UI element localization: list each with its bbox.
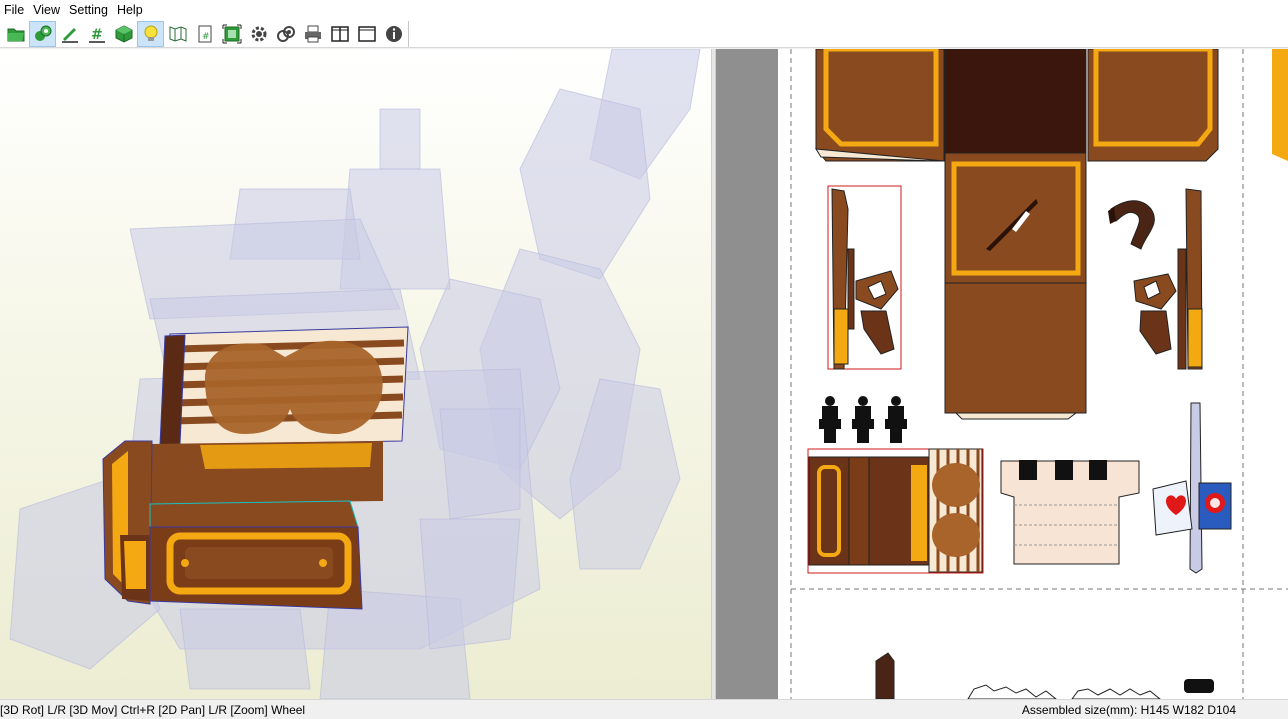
controls-hint: [3D Rot] L/R [3D Mov] Ctrl+R [2D Pan] L/… (0, 702, 306, 717)
fit-view-icon (222, 24, 242, 44)
single-pane-button[interactable] (353, 21, 380, 47)
edit-pen-icon (60, 24, 80, 44)
link-icon (276, 24, 296, 44)
page-number-button[interactable]: # (191, 21, 218, 47)
number-button[interactable]: # (83, 21, 110, 47)
single-pane-icon (357, 24, 377, 44)
edit-pen-button[interactable] (56, 21, 83, 47)
part-black-figures (819, 396, 907, 443)
open-folder-button[interactable] (2, 21, 29, 47)
part-chest-front (807, 448, 984, 574)
lightbulb-icon (141, 24, 161, 44)
page-number-icon: # (195, 24, 215, 44)
cube-icon (114, 24, 134, 44)
2d-unfold-view[interactable] (716, 49, 1288, 699)
info-button[interactable] (380, 21, 407, 47)
svg-text:#: # (91, 27, 103, 43)
3d-view[interactable] (0, 49, 711, 699)
two-pane-icon (330, 24, 350, 44)
menu-bar: File View Setting Help (0, 0, 1288, 20)
lightbulb-button[interactable] (137, 21, 164, 47)
cube-button[interactable] (110, 21, 137, 47)
toolbar-group: # # (2, 21, 409, 47)
3d-viewport[interactable] (0, 49, 711, 699)
svg-text:#: # (202, 32, 210, 42)
status-bar: [3D Rot] L/R [3D Mov] Ctrl+R [2D Pan] L/… (0, 699, 1288, 719)
part-center-panel (944, 152, 1087, 420)
part-top-panels (815, 49, 1288, 162)
unfold-map-button[interactable] (164, 21, 191, 47)
gear-icon (249, 24, 269, 44)
link-button[interactable] (272, 21, 299, 47)
gear-button[interactable] (245, 21, 272, 47)
app-window: File View Setting Help # # [3D Rot] L/R … (0, 0, 1288, 719)
3d-model-button[interactable] (29, 21, 56, 47)
open-folder-icon (6, 24, 26, 44)
menu-file[interactable]: File (0, 0, 29, 20)
toolbar: # # (0, 20, 1288, 48)
2d-viewport[interactable] (716, 49, 1288, 699)
assembled-size: Assembled size(mm): H145 W182 D104 (1021, 702, 1236, 717)
menu-view[interactable]: View (29, 0, 65, 20)
printer-button[interactable] (299, 21, 326, 47)
menu-help[interactable]: Help (113, 0, 148, 20)
info-icon (384, 24, 404, 44)
3d-model-icon (33, 24, 53, 44)
menu-setting[interactable]: Setting (65, 0, 113, 20)
unfold-map-icon (168, 24, 188, 44)
part-cream-box (1000, 460, 1140, 565)
fit-view-button[interactable] (218, 21, 245, 47)
number-icon: # (87, 24, 107, 44)
printer-icon (303, 24, 323, 44)
two-pane-button[interactable] (326, 21, 353, 47)
